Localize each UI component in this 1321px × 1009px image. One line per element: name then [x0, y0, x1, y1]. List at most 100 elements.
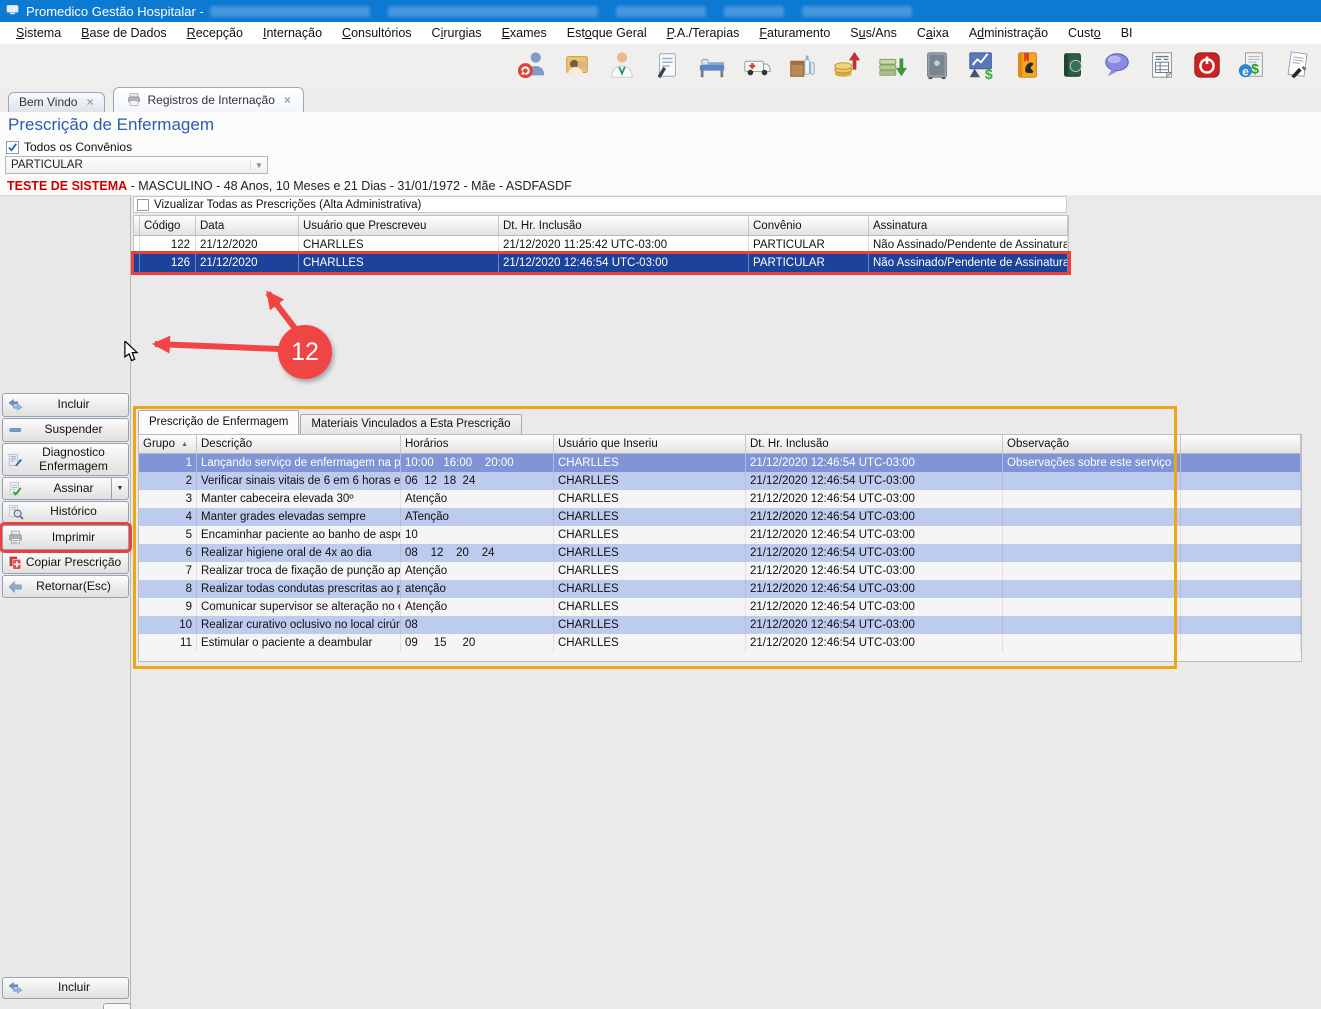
column-header-descricao[interactable]: Descrição	[197, 435, 401, 454]
checkbox-checked-icon[interactable]	[6, 141, 19, 154]
menu-administracao[interactable]: Administração	[959, 24, 1058, 42]
detail-row[interactable]: 7Realizar troca de fixação de punção apó…	[139, 562, 1301, 580]
menu-sistema[interactable]: Sistema	[6, 24, 71, 42]
column-header-dt-hr-inclusao[interactable]: Dt. Hr. Inclusão	[499, 216, 749, 236]
button-label: Suspender	[24, 423, 106, 436]
tab-label: Bem Vindo	[19, 95, 77, 109]
tab-bem-vindo[interactable]: Bem Vindo ×	[8, 92, 105, 112]
column-header-observacao[interactable]: Observação	[1003, 435, 1181, 454]
detail-row[interactable]: 2Verificar sinais vitais de 6 em 6 horas…	[139, 472, 1301, 490]
chevron-down-icon[interactable]: ▼	[250, 161, 267, 170]
menu-cirurgias[interactable]: Cirurgias	[422, 24, 492, 42]
menu-sus-ans[interactable]: Sus/Ans	[840, 24, 907, 42]
finance-up-icon[interactable]	[831, 49, 863, 81]
column-header-grupo[interactable]: Grupo▲	[139, 435, 197, 454]
detail-row[interactable]: 9Comunicar supervisor se alteração no es…	[139, 598, 1301, 616]
reception-icon[interactable]	[561, 49, 593, 81]
historico-button[interactable]: Histórico	[2, 501, 129, 523]
menu-custo[interactable]: Custo	[1058, 24, 1111, 42]
menu-faturamento[interactable]: Faturamento	[749, 24, 840, 42]
retornar-esc-button[interactable]: Retornar(Esc)	[2, 575, 129, 598]
table-row[interactable]: 12221/12/2020CHARLLES21/12/2020 11:25:42…	[134, 236, 1068, 254]
sort-asc-icon: ▲	[181, 441, 188, 448]
power-icon[interactable]	[1191, 49, 1223, 81]
tab-registros-de-internacao[interactable]: Registros de Internação×	[113, 87, 304, 112]
close-icon[interactable]: ×	[86, 95, 93, 109]
sync-users-icon[interactable]	[516, 49, 548, 81]
assinar-button[interactable]: Assinar ▼	[2, 477, 129, 500]
detail-row[interactable]: 1Lançando serviço de enfermagem na pre10…	[139, 454, 1301, 472]
detail-row[interactable]: 11Estimular o paciente a deambular09 15 …	[139, 634, 1301, 652]
table-row[interactable]: 12621/12/2020CHARLLES21/12/2020 12:46:54…	[134, 254, 1068, 272]
cell-descricao: Realizar higiene oral de 4x ao dia	[197, 544, 401, 562]
detail-row[interactable]: 8Realizar todas condutas prescritas ao p…	[139, 580, 1301, 598]
move-service-up-button[interactable]: ▲	[103, 1003, 131, 1009]
cell-observacao	[1003, 508, 1181, 526]
prescription-icon[interactable]	[651, 49, 683, 81]
menu-p-a-terapias[interactable]: P.A./Terapias	[657, 24, 750, 42]
menu-caixa[interactable]: Caixa	[907, 24, 959, 42]
column-header-usuario-que-inseriu[interactable]: Usuário que Inseriu	[554, 435, 746, 454]
column-header-dt-hr-inclusao[interactable]: Dt. Hr. Inclusão	[746, 435, 1003, 454]
imprimir-button[interactable]: Imprimir	[2, 525, 129, 550]
menu-consultorios[interactable]: Consultórios	[332, 24, 421, 42]
finance-down-icon[interactable]	[876, 49, 908, 81]
menu-estoque-geral[interactable]: Estoque Geral	[557, 24, 657, 42]
diagnostico-enfermagem-button[interactable]: Diagnostico Enfermagem	[2, 443, 129, 476]
chat-icon[interactable]	[1101, 49, 1133, 81]
ledger-book-icon[interactable]	[1056, 49, 1088, 81]
e-billing-icon[interactable]: $e	[1236, 49, 1268, 81]
visualize-all-panel[interactable]: Vizualizar Todas as Prescrições (Alta Ad…	[133, 196, 1067, 213]
incluir-button[interactable]: Incluir	[2, 393, 129, 417]
convenio-select[interactable]: PARTICULAR ▼	[5, 156, 268, 174]
button-label: Assinar	[33, 482, 97, 495]
detail-row[interactable]: 5Encaminhar paciente ao banho de aspers1…	[139, 526, 1301, 544]
detail-row[interactable]: 10Realizar curativo oclusivo no local ci…	[139, 616, 1301, 634]
menu-exames[interactable]: Exames	[492, 24, 557, 42]
menu-base-de-dados[interactable]: Base de Dados	[71, 24, 176, 42]
menu-internacao[interactable]: Internação	[253, 24, 332, 42]
close-icon[interactable]: ×	[284, 93, 291, 107]
cell-horarios: atenção	[401, 580, 554, 598]
detail-tab-materiais-vinculados-a-esta-prescricao[interactable]: Materiais Vinculados a Esta Prescrição	[300, 414, 521, 434]
column-header-usuario-que-prescreveu[interactable]: Usuário que Prescreveu	[299, 216, 499, 236]
column-header-assinatura[interactable]: Assinatura	[869, 216, 1068, 236]
cell-observacao	[1003, 472, 1181, 490]
copiar-prescricao-button[interactable]: Copiar Prescrição	[2, 551, 129, 574]
document-tabstrip: Bem Vindo×Registros de Internação×	[0, 86, 1321, 112]
patient-name: TESTE DE SISTEMA	[7, 179, 127, 193]
doctor-icon[interactable]	[606, 49, 638, 81]
stock-icon[interactable]	[786, 49, 818, 81]
billing-chart-icon[interactable]: $	[966, 49, 998, 81]
cell-blank	[1181, 598, 1301, 616]
detail-row[interactable]: 3Manter cabeceira elevada 30ºAtençãoCHAR…	[139, 490, 1301, 508]
column-header-horarios[interactable]: Horários	[401, 435, 554, 454]
cell-horarios: Atenção	[401, 490, 554, 508]
cell-usuario: CHARLLES	[554, 472, 746, 490]
cell-convenio: PARTICULAR	[749, 236, 869, 254]
cell-observacao	[1003, 616, 1181, 634]
incluir-button[interactable]: Incluir	[2, 977, 129, 999]
column-header-data[interactable]: Data	[196, 216, 299, 236]
cell-usuario: CHARLLES	[554, 634, 746, 652]
invoice-icon[interactable]	[1146, 49, 1178, 81]
contract-icon[interactable]	[1281, 49, 1313, 81]
checkbox-unchecked-icon[interactable]	[137, 199, 149, 211]
ambulance-icon[interactable]	[741, 49, 773, 81]
menu-recepcao[interactable]: Recepção	[177, 24, 253, 42]
safe-icon[interactable]	[921, 49, 953, 81]
chevron-down-icon[interactable]: ▼	[111, 478, 128, 499]
todos-convenios-checkbox[interactable]: Todos os Convênios	[6, 140, 132, 154]
suspender-button[interactable]: Suspender	[2, 418, 129, 442]
detail-tab-prescricao-de-enfermagem[interactable]: Prescrição de Enfermagem	[138, 410, 299, 434]
column-header-convenio[interactable]: Convênio	[749, 216, 869, 236]
phonebook-icon[interactable]	[1011, 49, 1043, 81]
detail-row[interactable]: 4Manter grades elevadas sempreATençãoCHA…	[139, 508, 1301, 526]
cell-descricao: Realizar troca de fixação de punção após	[197, 562, 401, 580]
menu-bi[interactable]: BI	[1111, 24, 1143, 42]
cell-descricao: Estimular o paciente a deambular	[197, 634, 401, 652]
column-header-codigo[interactable]: Código	[140, 216, 196, 236]
hospital-bed-icon[interactable]	[696, 49, 728, 81]
cell-dt-hr: 21/12/2020 12:46:54 UTC-03:00	[746, 526, 1003, 544]
detail-row[interactable]: 6Realizar higiene oral de 4x ao dia08 12…	[139, 544, 1301, 562]
